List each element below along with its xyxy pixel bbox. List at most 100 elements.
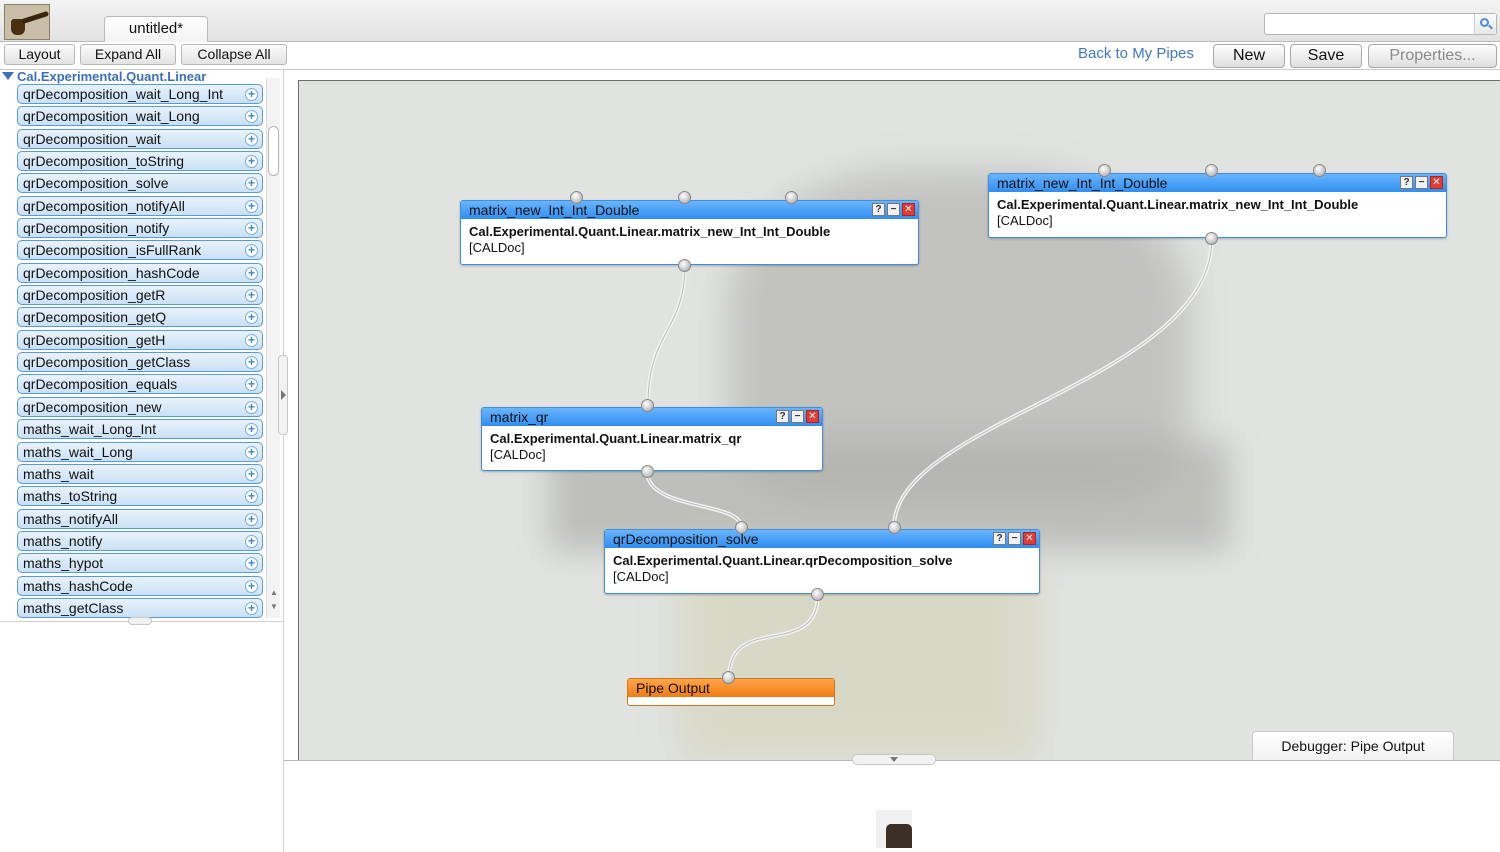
module-qrdecomposition-solve[interactable]: qrDecomposition_solve ? − ✕ Cal.Experiment…: [604, 529, 1040, 594]
input-port[interactable]: [785, 191, 798, 204]
minimize-icon[interactable]: −: [887, 203, 900, 216]
add-icon[interactable]: +: [245, 333, 258, 347]
add-icon[interactable]: +: [245, 378, 258, 392]
list-item[interactable]: qrDecomposition_getQ +: [17, 307, 263, 328]
add-icon[interactable]: +: [245, 177, 258, 191]
tree-group-header[interactable]: Cal.Experimental.Quant.Linear: [2, 69, 206, 84]
caldoc-link[interactable]: [CALDoc]: [490, 447, 814, 463]
new-button[interactable]: New: [1213, 44, 1285, 68]
caldoc-link[interactable]: [CALDoc]: [469, 240, 910, 256]
help-icon[interactable]: ?: [993, 532, 1006, 545]
back-to-my-pipes-link[interactable]: Back to My Pipes: [1078, 45, 1194, 62]
add-icon[interactable]: +: [245, 557, 258, 571]
output-port[interactable]: [1205, 232, 1218, 245]
add-icon[interactable]: +: [245, 266, 258, 280]
add-icon[interactable]: +: [245, 110, 258, 124]
module-header[interactable]: qrDecomposition_solve ? − ✕: [605, 530, 1039, 548]
caldoc-link[interactable]: [CALDoc]: [997, 213, 1438, 229]
close-icon[interactable]: ✕: [1023, 532, 1036, 545]
list-item[interactable]: qrDecomposition_getH +: [17, 329, 263, 350]
save-button[interactable]: Save: [1290, 44, 1362, 68]
add-icon[interactable]: +: [245, 579, 258, 593]
tab-untitled[interactable]: untitled*: [104, 16, 208, 43]
output-port[interactable]: [641, 465, 654, 478]
wire-m2-to-solve[interactable]: [892, 237, 1214, 528]
close-icon[interactable]: ✕: [902, 203, 915, 216]
module-header[interactable]: matrix_qr ? − ✕: [482, 408, 822, 426]
input-port[interactable]: [735, 521, 748, 534]
list-item[interactable]: qrDecomposition_notify +: [17, 218, 263, 239]
input-port[interactable]: [678, 191, 691, 204]
collapse-arrow-icon[interactable]: [281, 390, 286, 400]
wire-matrix-qr-to-solve[interactable]: [645, 470, 743, 528]
sidebar-scrollbar[interactable]: ▲ ▼: [266, 78, 280, 618]
module-matrix-qr[interactable]: matrix_qr ? − ✕ Cal.Experimental.Quant.Lin…: [481, 407, 823, 471]
list-item[interactable]: qrDecomposition_getR +: [17, 285, 263, 306]
add-icon[interactable]: +: [245, 490, 258, 504]
module-header[interactable]: matrix_new_Int_Int_Double ? − ✕: [461, 201, 918, 219]
add-icon[interactable]: +: [245, 244, 258, 258]
list-item[interactable]: maths_wait_Long_Int +: [17, 419, 263, 440]
scroll-up-arrow-icon[interactable]: ▲: [270, 588, 278, 597]
list-item[interactable]: qrDecomposition_isFullRank +: [17, 240, 263, 261]
add-icon[interactable]: +: [245, 155, 258, 169]
list-item[interactable]: qrDecomposition_new +: [17, 396, 263, 417]
app-logo[interactable]: [4, 4, 50, 40]
list-item[interactable]: qrDecomposition_toString +: [17, 151, 263, 172]
add-icon[interactable]: +: [245, 423, 258, 437]
output-port[interactable]: [811, 588, 824, 601]
list-item[interactable]: maths_getClass +: [17, 597, 263, 618]
list-item[interactable]: qrDecomposition_notifyAll +: [17, 195, 263, 216]
layout-button[interactable]: Layout: [4, 44, 75, 65]
list-item[interactable]: qrDecomposition_hashCode +: [17, 262, 263, 283]
list-item[interactable]: maths_hypot +: [17, 553, 263, 574]
scrollbar-thumb[interactable]: [268, 126, 279, 176]
collapse-arrow-icon[interactable]: [890, 757, 898, 762]
help-icon[interactable]: ?: [872, 203, 885, 216]
minimize-icon[interactable]: −: [791, 410, 804, 423]
scroll-down-arrow-icon[interactable]: ▼: [270, 602, 278, 611]
add-icon[interactable]: +: [245, 289, 258, 303]
list-item[interactable]: maths_notifyAll +: [17, 508, 263, 529]
expand-all-button[interactable]: Expand All: [80, 44, 176, 65]
wire-m1-to-matrix-qr[interactable]: [646, 264, 687, 406]
add-icon[interactable]: +: [245, 88, 258, 101]
add-icon[interactable]: +: [245, 311, 258, 325]
list-item[interactable]: maths_toString +: [17, 486, 263, 507]
module-header[interactable]: matrix_new_Int_Int_Double ? − ✕: [989, 174, 1446, 192]
add-icon[interactable]: +: [245, 222, 258, 236]
add-icon[interactable]: +: [245, 512, 258, 526]
output-port[interactable]: [678, 259, 691, 272]
add-icon[interactable]: +: [245, 132, 258, 146]
help-icon[interactable]: ?: [1400, 176, 1413, 189]
add-icon[interactable]: +: [245, 199, 258, 213]
input-port[interactable]: [722, 671, 735, 684]
list-item[interactable]: qrDecomposition_getClass +: [17, 352, 263, 373]
properties-button[interactable]: Properties...: [1368, 44, 1497, 68]
module-matrix-new-2[interactable]: matrix_new_Int_Int_Double ? − ✕ Cal.Experi…: [988, 173, 1447, 238]
list-item[interactable]: maths_wait_Long +: [17, 441, 263, 462]
add-icon[interactable]: +: [245, 445, 258, 459]
list-item[interactable]: qrDecomposition_wait_Long_Int +: [17, 84, 263, 104]
minimize-icon[interactable]: −: [1008, 532, 1021, 545]
add-icon[interactable]: +: [245, 400, 258, 414]
panel-splitter[interactable]: [278, 355, 288, 435]
tab-debugger[interactable]: Debugger: Pipe Output: [1252, 731, 1454, 761]
list-item[interactable]: qrDecomposition_wait +: [17, 128, 263, 149]
input-port[interactable]: [570, 191, 583, 204]
input-port[interactable]: [641, 399, 654, 412]
add-icon[interactable]: +: [245, 356, 258, 370]
list-item[interactable]: qrDecomposition_wait_Long +: [17, 106, 263, 127]
list-item[interactable]: maths_notify +: [17, 530, 263, 551]
search-input[interactable]: [1264, 13, 1497, 35]
input-port[interactable]: [1098, 164, 1111, 177]
collapse-all-button[interactable]: Collapse All: [181, 44, 287, 65]
caldoc-link[interactable]: [CALDoc]: [613, 569, 1031, 585]
input-port[interactable]: [1205, 164, 1218, 177]
add-icon[interactable]: +: [245, 467, 258, 481]
pipe-editor-canvas[interactable]: matrix_new_Int_Int_Double ? − ✕ Cal.Experi…: [298, 80, 1500, 760]
module-matrix-new-1[interactable]: matrix_new_Int_Int_Double ? − ✕ Cal.Experi…: [460, 200, 919, 265]
list-item[interactable]: qrDecomposition_solve +: [17, 173, 263, 194]
list-item[interactable]: maths_wait +: [17, 463, 263, 484]
close-icon[interactable]: ✕: [806, 410, 819, 423]
